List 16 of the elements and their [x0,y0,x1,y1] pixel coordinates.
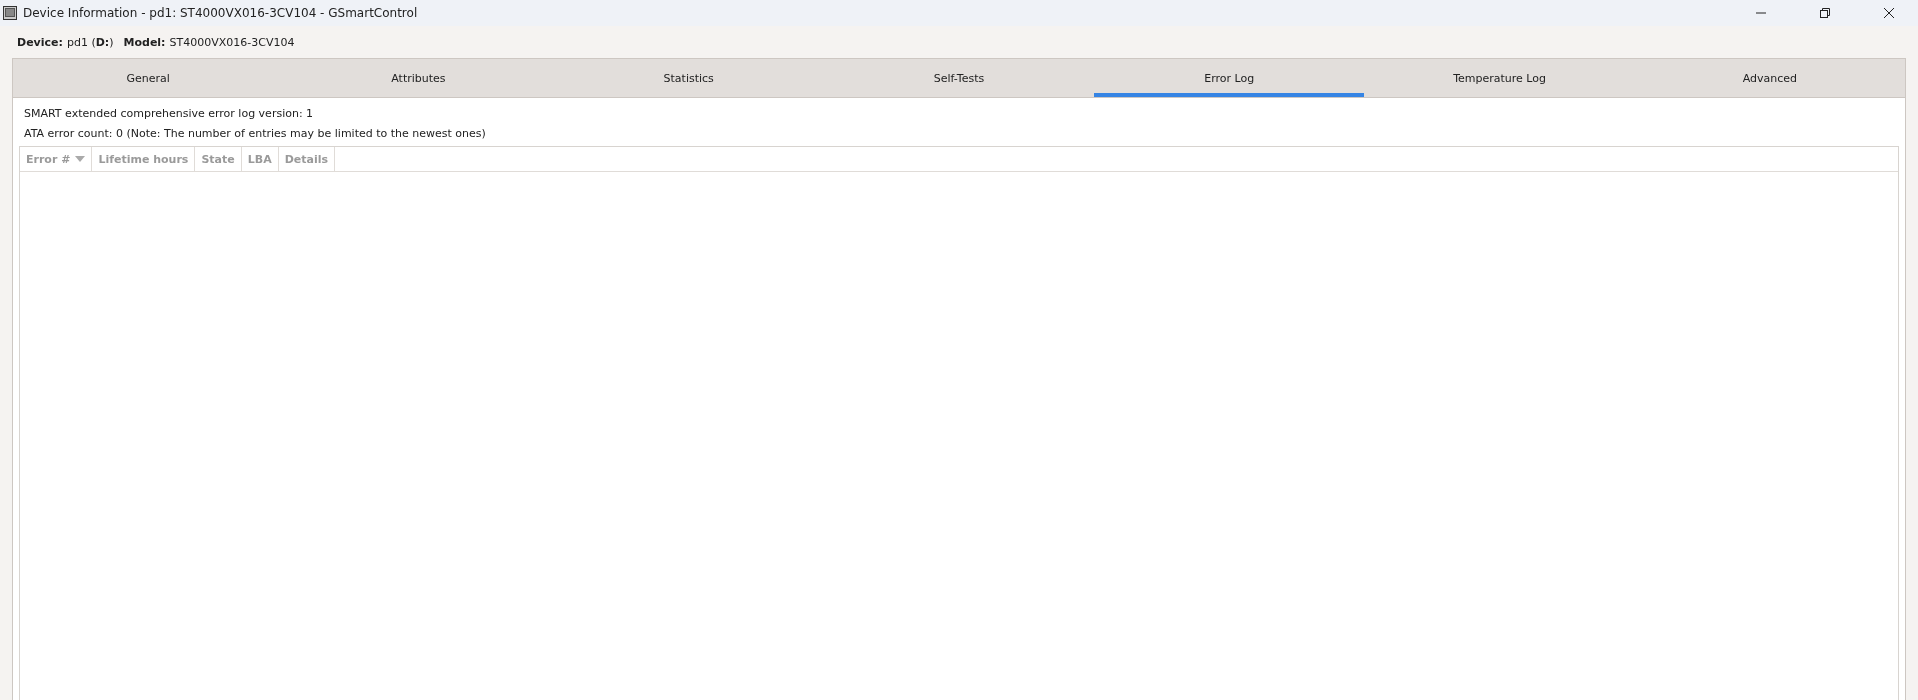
field-label: Device: [17,35,63,49]
tab[interactable]: General [13,59,284,97]
field-label: Model: [123,35,166,49]
app-icon [3,6,17,20]
tab[interactable]: Statistics [553,59,824,97]
window-title: Device Information - pd1: ST4000VX016-3CV104 - GSmartControl [23,6,418,20]
tab[interactable]: Temperature Log [1364,59,1635,97]
restore-icon[interactable] [1819,7,1831,19]
info-text: ATA error count: 0 (Note: The number of entries may be limited to the newest ones) [23,126,487,142]
field-value: ST4000VX016-3CV104 [169,35,295,49]
tab[interactable]: Self-Tests [823,59,1095,97]
field-value: pd1 (D:) [66,35,114,49]
close-icon[interactable] [1883,7,1895,19]
tab[interactable]: Attributes [283,59,554,97]
info-text: SMART extended comprehensive error log version: 1 [23,106,315,122]
tab[interactable]: Advanced [1634,59,1905,97]
